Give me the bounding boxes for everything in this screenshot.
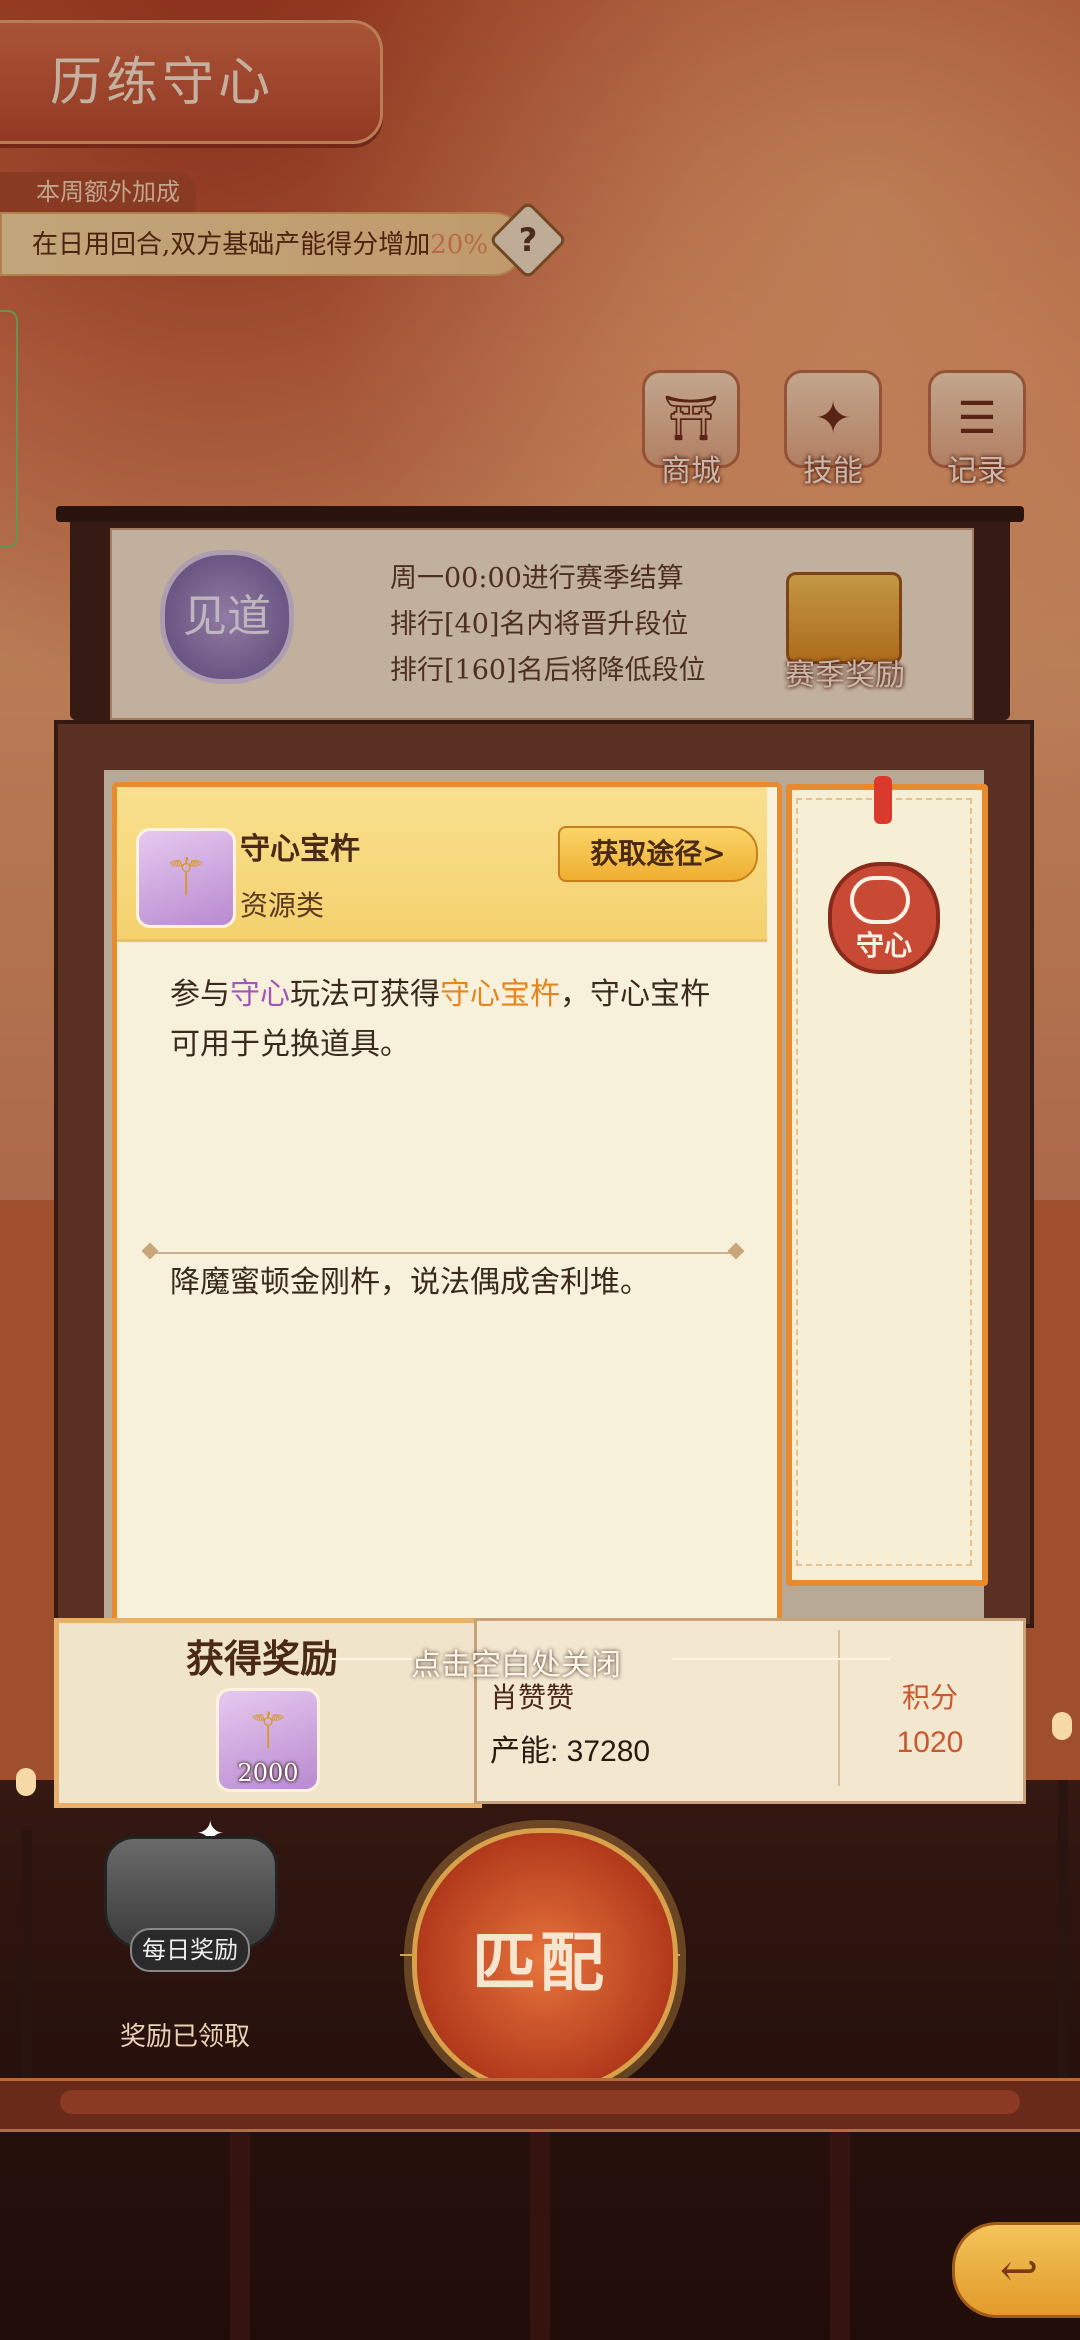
close-hint: 点击空白处关闭 (411, 1648, 621, 1683)
back-button[interactable]: ↩ (952, 2222, 1080, 2318)
item-category: 资源类 (240, 889, 325, 922)
seal-icon: 守心 (828, 862, 940, 974)
item-description: 参与守心玩法可获得守心宝杵，守心宝杵可用于兑换道具。 (170, 970, 710, 1070)
desc-highlight-mode: 守心 (230, 977, 290, 1012)
player-separator (838, 1630, 840, 1786)
player-power: 产能: 37280 (490, 1735, 651, 1768)
get-source-button[interactable]: 获取途径> (558, 826, 758, 882)
seal-art (850, 876, 910, 924)
desc-part: 玩法可获得 (290, 977, 440, 1012)
reward-item[interactable]: ⚚ 2000 (216, 1688, 320, 1792)
desc-highlight-item: 守心宝杵 (440, 977, 560, 1012)
daily-reward-status: 奖励已领取 (119, 2022, 250, 2052)
reward-count: 2000 (237, 1759, 299, 1787)
bookmark-clip (874, 776, 892, 824)
desc-part: 参与 (170, 977, 230, 1012)
candle-flame (16, 1768, 36, 1796)
vajra-icon: ⚚ (136, 828, 236, 928)
candle-stand (1058, 1780, 1068, 2080)
match-label[interactable]: 匹配 (412, 1912, 668, 2004)
candle-flame (1052, 1712, 1072, 1740)
hint-line-right (672, 1658, 890, 1660)
bottom-rail-inner (60, 2090, 1020, 2114)
item-poem: 降魔蜜顿金刚杵，说法偶成舍利堆。 (170, 1265, 650, 1300)
reward-title: 获得奖励 (186, 1636, 339, 1681)
back-icon: ↩ (999, 2243, 1039, 2297)
get-source-label: 获取途径> (590, 837, 726, 870)
candle-stand (22, 1830, 32, 2090)
score-label: 积分 (901, 1681, 958, 1714)
daily-reward-label[interactable]: 每日奖励 (130, 1928, 250, 1972)
card-divider (150, 1252, 740, 1254)
item-name: 守心宝杵 (240, 832, 360, 867)
vajra-glyph: ⚚ (162, 848, 210, 908)
seal-text: 守心 (855, 929, 912, 962)
score-value: 1020 (896, 1726, 964, 1759)
